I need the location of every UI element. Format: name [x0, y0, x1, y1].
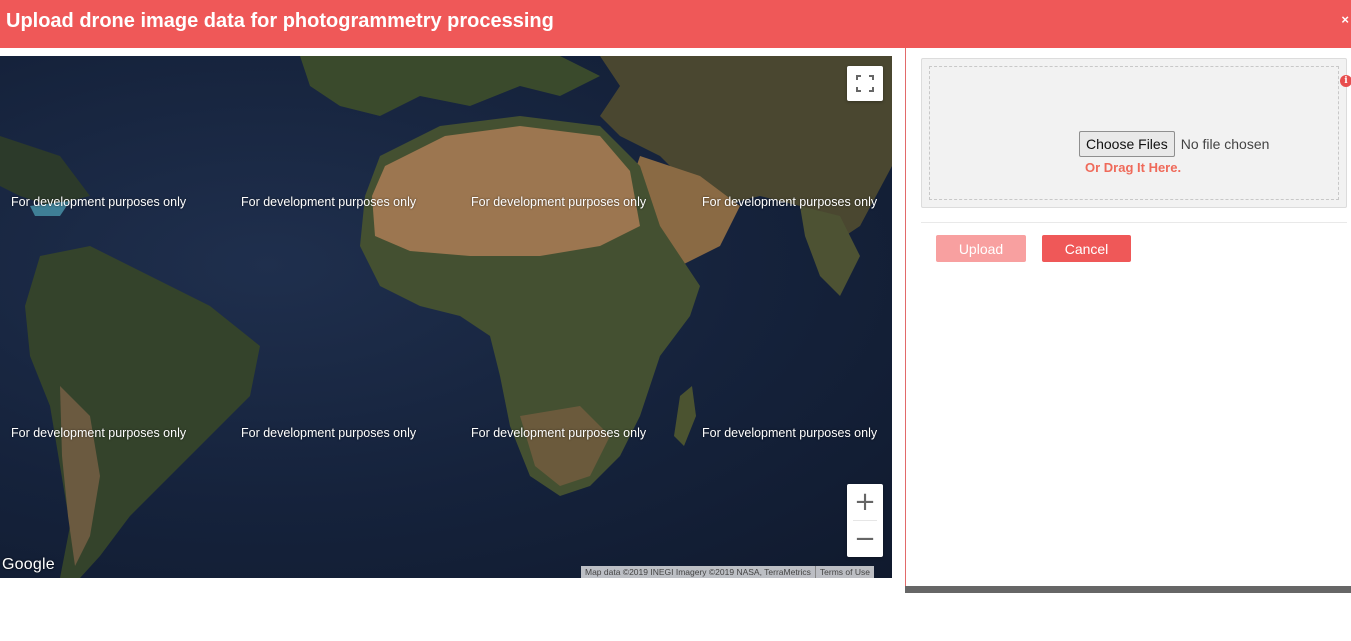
- zoom-out-button[interactable]: −: [847, 521, 883, 557]
- upload-panel: i Choose Files No file chosen Or Drag It…: [905, 48, 1351, 593]
- modal-title: Upload drone image data for photogrammet…: [6, 10, 554, 32]
- file-status: No file chosen: [1180, 136, 1270, 152]
- zoom-control: + −: [847, 484, 883, 557]
- madagascar-land: [674, 386, 696, 446]
- fullscreen-icon: [856, 75, 874, 92]
- dev-watermark: For development purposes only: [241, 195, 417, 209]
- dev-watermark: For development purposes only: [11, 426, 187, 440]
- dev-watermark: For development purposes only: [702, 426, 878, 440]
- dev-watermark: For development purposes only: [11, 195, 187, 209]
- terms-link[interactable]: Terms of Use: [820, 566, 870, 578]
- zoom-in-button[interactable]: +: [847, 484, 883, 520]
- info-icon[interactable]: i: [1340, 75, 1351, 87]
- file-input: Choose Files No file chosen: [1079, 131, 1269, 157]
- drag-hint: Or Drag It Here.: [1085, 160, 1182, 175]
- close-button[interactable]: ×: [1341, 12, 1349, 27]
- dev-watermark: For development purposes only: [702, 195, 878, 209]
- upload-button[interactable]: Upload: [936, 235, 1026, 262]
- dropzone[interactable]: i Choose Files No file chosen Or Drag It…: [921, 58, 1351, 208]
- divider: [921, 222, 1347, 223]
- europe-land: [300, 56, 600, 116]
- south-america-land: [25, 246, 260, 578]
- cancel-button[interactable]: Cancel: [1042, 235, 1131, 262]
- map-attribution: Map data ©2019 INEGI Imagery ©2019 NASA,…: [581, 566, 874, 578]
- dev-watermark: For development purposes only: [471, 426, 647, 440]
- map-imagery: [0, 56, 892, 578]
- fullscreen-button[interactable]: [847, 66, 883, 101]
- dropzone-border: i Choose Files No file chosen Or Drag It…: [929, 66, 1351, 200]
- attribution-text: Map data ©2019 INEGI Imagery ©2019 NASA,…: [585, 567, 811, 577]
- modal-header: Upload drone image data for photogrammet…: [0, 0, 1351, 48]
- panel-bottom-bar: [905, 586, 1351, 593]
- map-view[interactable]: For development purposes only For develo…: [0, 56, 892, 578]
- dev-watermark: For development purposes only: [241, 426, 417, 440]
- choose-files-button[interactable]: Choose Files: [1079, 131, 1175, 157]
- dev-watermark: For development purposes only: [471, 195, 647, 209]
- google-logo: Google: [2, 556, 55, 573]
